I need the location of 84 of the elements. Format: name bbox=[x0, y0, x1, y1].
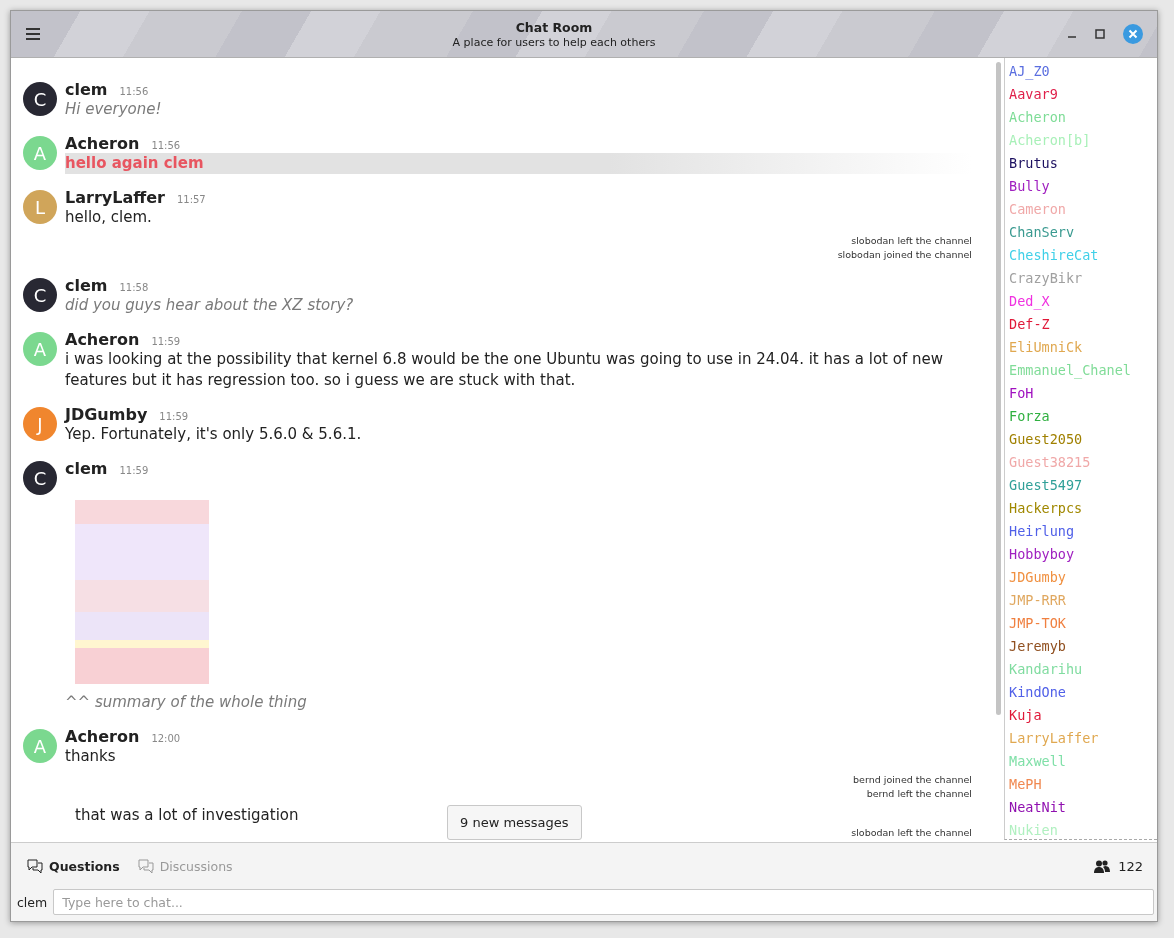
user-name: Acheron bbox=[65, 330, 140, 349]
message-text: i was looking at the possibility that kernel 6.8 would be the one Ubuntu was going to use in 24.04. it has a lot of new features but it has regression too. so i guess we are stuck with that. bbox=[65, 349, 944, 391]
menu-icon[interactable] bbox=[25, 27, 41, 41]
message-text: that was a lot of investigation bbox=[75, 805, 299, 826]
users-icon bbox=[1094, 859, 1111, 873]
avatar: A bbox=[23, 136, 57, 170]
timestamp: 11:56 bbox=[151, 140, 181, 151]
new-messages-button[interactable]: 9 new messages bbox=[447, 805, 582, 840]
user-list-item[interactable]: Guest38215 bbox=[1009, 451, 1157, 474]
avatar: C bbox=[23, 278, 57, 312]
user-list-item[interactable]: EliUmniCk bbox=[1009, 336, 1157, 359]
user-count: 122 bbox=[1118, 858, 1143, 874]
timestamp: 11:57 bbox=[176, 194, 206, 205]
message-text: Hi everyone! bbox=[65, 99, 163, 120]
user-list-item[interactable]: JMP-RRR bbox=[1009, 589, 1157, 612]
user-name: Acheron bbox=[65, 134, 140, 153]
nick-label: clem bbox=[17, 894, 48, 910]
user-list-item[interactable]: Maxwell bbox=[1009, 750, 1157, 773]
message-text: thanks bbox=[65, 746, 117, 767]
user-name: clem bbox=[65, 276, 108, 295]
user-list-item[interactable]: Cameron bbox=[1009, 198, 1157, 221]
avatar: A bbox=[23, 332, 57, 366]
user-list-item[interactable]: Forza bbox=[1009, 405, 1157, 428]
timestamp: 11:59 bbox=[119, 465, 149, 476]
channel-notice: slobodan left the channel bbox=[850, 234, 972, 248]
user-list-item[interactable]: KindOne bbox=[1009, 681, 1157, 704]
user-list-item[interactable]: Acheron bbox=[1009, 106, 1157, 129]
user-list-item[interactable]: Jeremyb bbox=[1009, 635, 1157, 658]
user-list-item[interactable]: JMP-TOK bbox=[1009, 612, 1157, 635]
maximize-icon[interactable] bbox=[1095, 29, 1105, 39]
user-list-item[interactable]: NeatNit bbox=[1009, 796, 1157, 819]
tab[interactable]: Discussions bbox=[135, 854, 235, 878]
user-list-item[interactable]: Heirlung bbox=[1009, 520, 1157, 543]
tab[interactable]: Questions bbox=[25, 854, 122, 878]
user-list-item[interactable]: Ded_X bbox=[1009, 290, 1157, 313]
user-list-item[interactable]: Aavar9 bbox=[1009, 83, 1157, 106]
scrollbar-thumb[interactable] bbox=[996, 62, 1001, 715]
user-list-item[interactable]: Hackerpcs bbox=[1009, 497, 1157, 520]
timestamp: 11:58 bbox=[119, 282, 149, 293]
timestamp: 12:00 bbox=[151, 733, 181, 744]
user-name: clem bbox=[65, 80, 108, 99]
message-text: Yep. Fortunately, it's only 5.6.0 & 5.6.1. bbox=[65, 424, 363, 445]
user-name: LarryLaffer bbox=[65, 188, 165, 207]
channel-notice: slobodan joined the channel bbox=[836, 248, 972, 262]
message-text: did you guys hear about the XZ story? bbox=[65, 295, 355, 316]
close-icon[interactable] bbox=[1123, 24, 1143, 44]
channel-notice: bernd left the channel bbox=[865, 787, 972, 801]
window-title: Chat Room bbox=[514, 19, 594, 35]
speech-bubbles-icon bbox=[137, 858, 154, 874]
user-name: clem bbox=[65, 459, 108, 478]
user-name: JDGumby bbox=[65, 405, 148, 424]
avatar: A bbox=[23, 729, 57, 763]
speech-bubbles-icon bbox=[27, 858, 43, 874]
chat-input-field[interactable]: Type here to chat... bbox=[53, 889, 1154, 915]
user-list-item[interactable]: MePH bbox=[1009, 773, 1157, 796]
user-list-item[interactable]: FoH bbox=[1009, 382, 1157, 405]
user-list-item[interactable]: Def-Z bbox=[1009, 313, 1157, 336]
user-list-item[interactable]: CrazyBikr bbox=[1009, 267, 1157, 290]
window-subtitle: A place for users to help each others bbox=[451, 35, 657, 49]
timestamp: 11:59 bbox=[159, 411, 189, 422]
timestamp: 11:56 bbox=[119, 86, 149, 97]
avatar: L bbox=[23, 190, 57, 224]
channel-notice: bernd joined the channel bbox=[852, 773, 972, 787]
avatar: C bbox=[23, 82, 57, 116]
channel-notice: slobodan left the channel bbox=[850, 826, 972, 840]
user-name: Acheron bbox=[65, 727, 140, 746]
timestamp: 11:59 bbox=[151, 336, 181, 347]
user-list-item[interactable]: Kuja bbox=[1009, 704, 1157, 727]
user-list-item[interactable]: LarryLaffer bbox=[1009, 727, 1157, 750]
user-list-item[interactable]: Guest2050 bbox=[1009, 428, 1157, 451]
user-list-item[interactable]: Guest5497 bbox=[1009, 474, 1157, 497]
user-list-item[interactable]: Kandarihu bbox=[1009, 658, 1157, 681]
user-list-item[interactable]: Hobbyboy bbox=[1009, 543, 1157, 566]
user-list-item[interactable]: Bully bbox=[1009, 175, 1157, 198]
user-list-item[interactable]: ChanServ bbox=[1009, 221, 1157, 244]
avatar: C bbox=[23, 461, 57, 495]
message-text: hello, clem. bbox=[65, 207, 153, 228]
message-text: ^^ summary of the whole thing bbox=[65, 692, 308, 713]
avatar: J bbox=[23, 407, 57, 441]
user-list-item[interactable]: Brutus bbox=[1009, 152, 1157, 175]
user-list-item[interactable]: AJ_Z0 bbox=[1009, 60, 1157, 83]
user-list-item[interactable]: CheshireCat bbox=[1009, 244, 1157, 267]
user-list-item[interactable]: JDGumby bbox=[1009, 566, 1157, 589]
user-list-item[interactable]: Emmanuel_Chanel bbox=[1009, 359, 1157, 382]
